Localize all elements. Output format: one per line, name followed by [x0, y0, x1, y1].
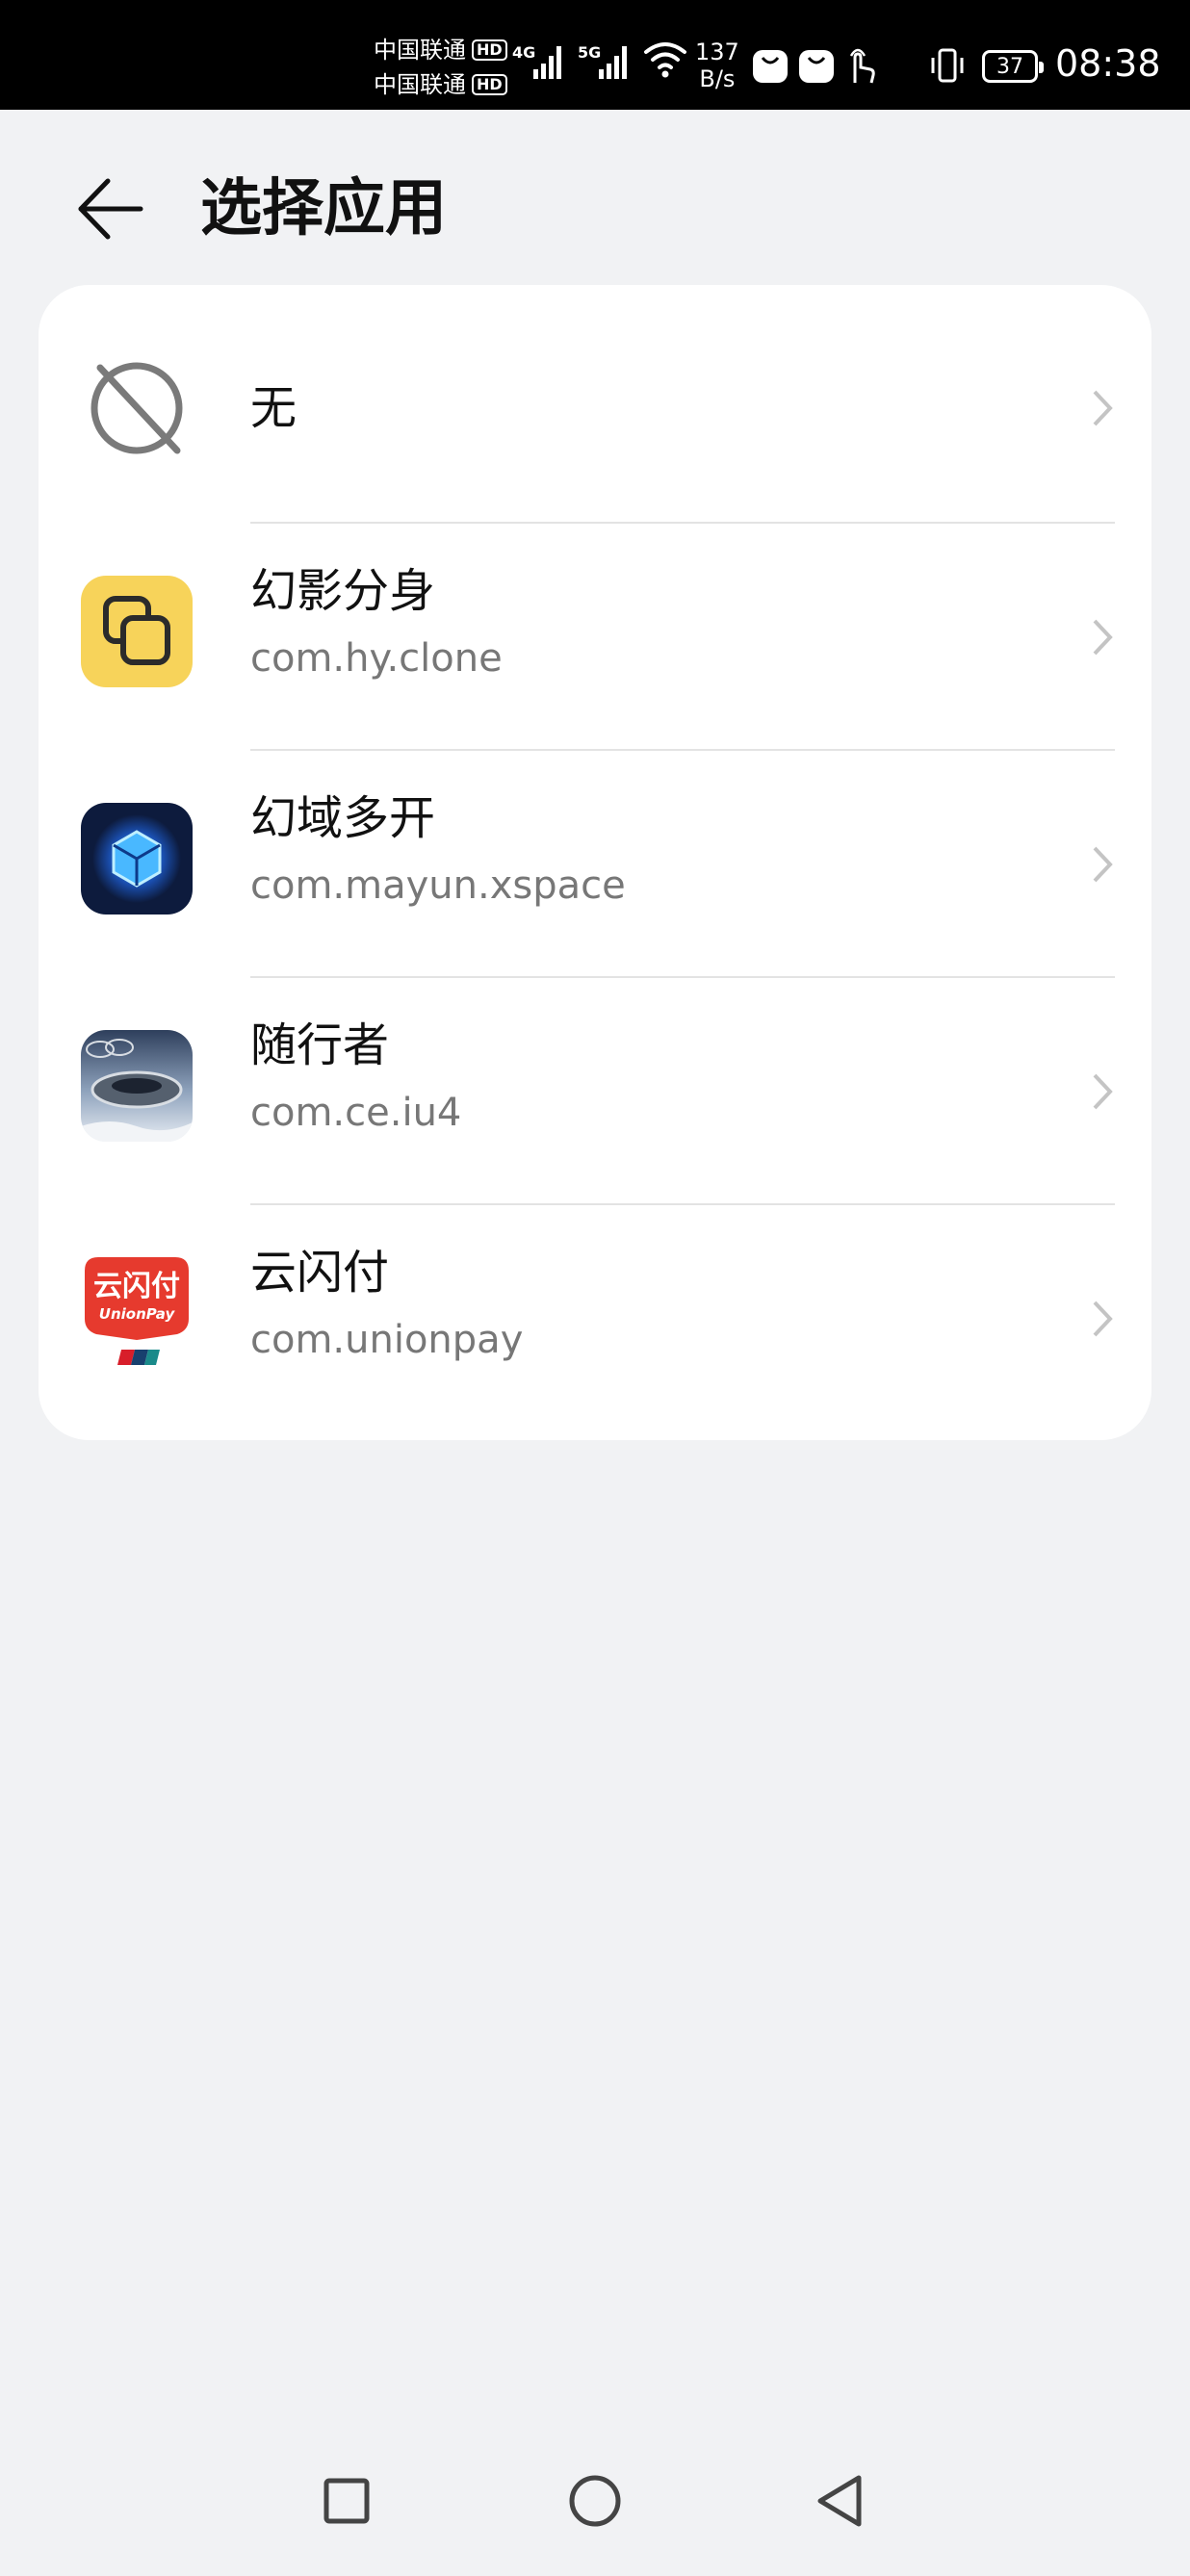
list-item-app[interactable]: 随行者 com.ce.iu4	[39, 978, 1151, 1205]
hy-clone-app-icon	[81, 576, 193, 687]
battery-level: 37	[996, 54, 1023, 79]
carrier-2: 中国联通	[374, 71, 466, 98]
app-package: com.hy.clone	[250, 636, 503, 681]
svg-text:UnionPay: UnionPay	[99, 1305, 176, 1323]
svg-text:4G: 4G	[512, 43, 535, 62]
vibrate-icon	[931, 48, 964, 83]
net-speed-value: 137	[695, 39, 739, 65]
svg-text:云闪付: 云闪付	[93, 1270, 180, 1303]
app-package: com.unionpay	[250, 1318, 524, 1362]
prohibited-icon	[91, 362, 183, 454]
back-arrow-icon[interactable]	[77, 167, 144, 250]
svg-text:5G: 5G	[578, 43, 601, 62]
battery-indicator: 37	[982, 50, 1044, 83]
app-name: 幻域多开	[250, 791, 436, 845]
triangle-back-icon[interactable]	[786, 2453, 901, 2568]
circle-icon[interactable]	[537, 2453, 653, 2568]
app-package: com.ce.iu4	[250, 1091, 462, 1135]
hd-badge-1: HD	[472, 39, 507, 61]
carrier-1: 中国联通	[374, 37, 466, 64]
app-name: 无	[250, 381, 298, 435]
list-item-none[interactable]: 无	[39, 285, 1151, 512]
square-icon[interactable]	[289, 2453, 404, 2568]
chevron-right-icon	[1093, 1073, 1113, 1110]
chevron-right-icon	[1093, 846, 1113, 883]
touch-hand-icon	[849, 48, 875, 84]
app-package: com.mayun.xspace	[250, 863, 626, 908]
shopping-bag-icon	[753, 50, 788, 83]
app-name: 云闪付	[250, 1246, 390, 1300]
ce-iu4-app-icon	[81, 1030, 193, 1142]
chevron-right-icon	[1093, 1301, 1113, 1337]
app-list: 无 幻影分身 com.hy.clone 幻域多开 com.mayun.xspac…	[39, 285, 1151, 1440]
app-name: 随行者	[250, 1018, 390, 1072]
clock: 08:38	[1055, 42, 1161, 85]
status-bar: 中国联通 HD 中国联通 HD 4G 5G 137 B/s 37 08:38	[0, 0, 1190, 110]
list-item-app[interactable]: 云闪付 UnionPay 云闪付 com.unionpay	[39, 1205, 1151, 1432]
app-name: 幻影分身	[250, 564, 436, 618]
net-speed-unit: B/s	[699, 65, 736, 92]
shopping-bag-icon	[799, 50, 834, 83]
signal-5g-icon: 5G	[578, 43, 627, 79]
navigation-bar	[0, 2453, 1190, 2576]
chevron-right-icon	[1093, 390, 1113, 426]
chevron-right-icon	[1093, 619, 1113, 656]
page-title: 选择应用	[200, 173, 447, 245]
hd-badge-2: HD	[472, 74, 507, 95]
app-header: 选择应用	[0, 110, 1190, 283]
list-item-app[interactable]: 幻影分身 com.hy.clone	[39, 524, 1151, 751]
carrier-info: 中国联通 HD 中国联通 HD	[374, 33, 507, 102]
list-item-app[interactable]: 幻域多开 com.mayun.xspace	[39, 751, 1151, 978]
network-speed: 137 B/s	[695, 39, 739, 92]
wifi-icon	[644, 42, 686, 78]
mayun-xspace-app-icon	[81, 803, 193, 914]
signal-4g-icon: 4G	[512, 43, 561, 79]
unionpay-app-icon: 云闪付 UnionPay	[81, 1257, 193, 1369]
